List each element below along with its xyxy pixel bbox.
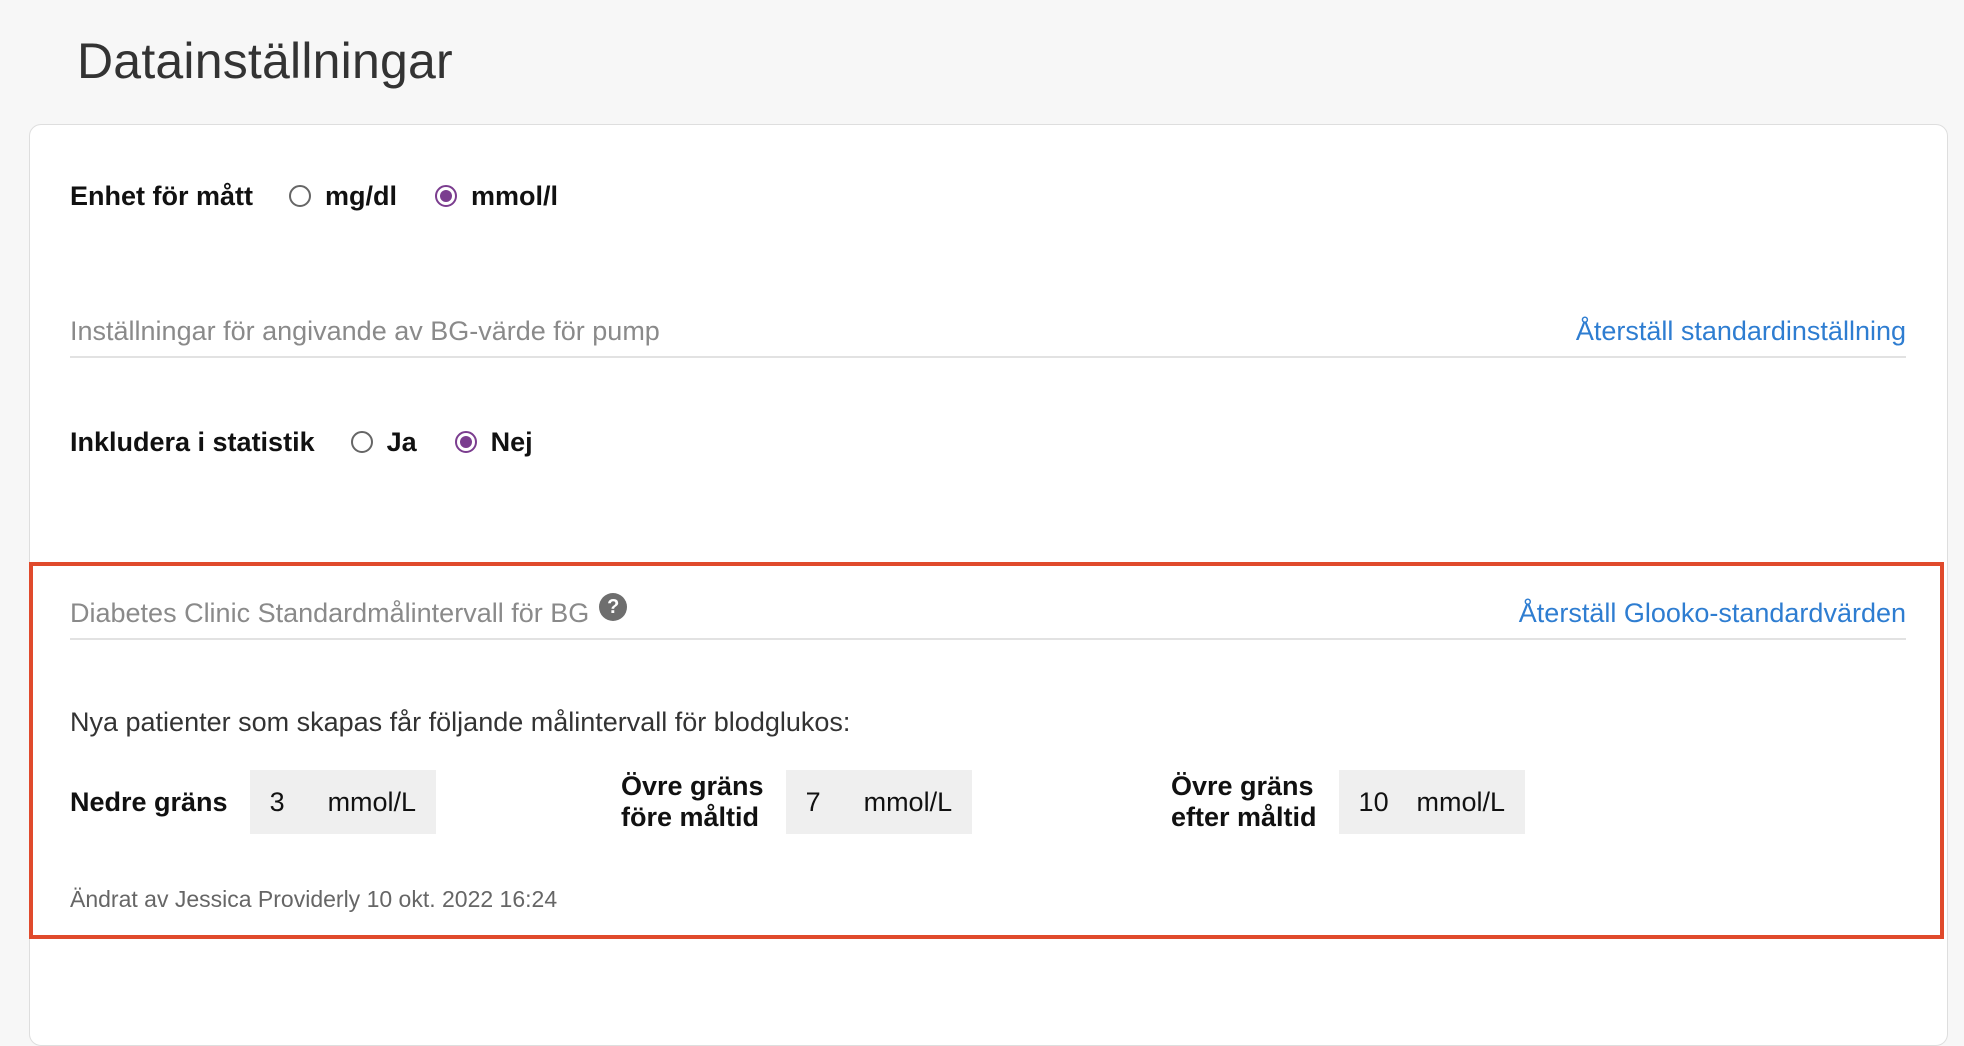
lower-limit-unit: mmol/L <box>327 786 417 817</box>
statistics-row: Inkludera i statistik Ja Nej <box>70 422 533 462</box>
radio-ja[interactable]: Ja <box>350 426 417 458</box>
radio-label: mg/dl <box>325 180 398 211</box>
statistics-label: Inkludera i statistik <box>70 426 315 457</box>
upper-before-meal-label: Övre gräns före måltid <box>621 771 764 833</box>
radio-circle[interactable] <box>454 431 477 453</box>
radio-label: Nej <box>490 426 533 457</box>
upper-after-meal-label-line1: Övre gräns <box>1171 771 1314 801</box>
radio-mg-dl[interactable]: mg/dl <box>289 181 397 212</box>
unit-setting-row: Enhet för mått mg/dl mmol/l <box>70 176 558 216</box>
reset-default-link[interactable]: Återställ standardinställning <box>1576 316 1906 347</box>
lower-limit-group: Nedre gräns 3 mmol/L <box>70 770 437 834</box>
reset-glooko-defaults-link[interactable]: Återställ Glooko-standardvärden <box>1519 598 1906 629</box>
radio-label: Ja <box>386 426 417 457</box>
modified-note: Ändrat av Jessica Providerly 10 okt. 202… <box>70 886 558 912</box>
upper-before-meal-label-line1: Övre gräns <box>621 771 764 801</box>
upper-before-meal-field[interactable]: 7 mmol/L <box>785 770 973 834</box>
lower-limit-label: Nedre gräns <box>70 786 228 817</box>
lower-limit-field[interactable]: 3 mmol/L <box>249 770 437 834</box>
radio-nej[interactable]: Nej <box>454 426 533 458</box>
unit-setting-label: Enhet för mått <box>70 180 254 211</box>
radio-label: mmol/l <box>471 180 559 211</box>
upper-before-meal-group: Övre gräns före måltid 7 mmol/L <box>621 770 973 834</box>
upper-before-meal-label-line2: före måltid <box>621 802 760 832</box>
upper-after-meal-label: Övre gräns efter måltid <box>1171 771 1317 833</box>
lower-limit-value[interactable]: 3 <box>270 787 328 818</box>
upper-after-meal-field[interactable]: 10 mmol/L <box>1338 770 1526 834</box>
target-section-header: Diabetes Clinic Standardmålintervall för… <box>70 588 1906 640</box>
pump-section-header: Inställningar för angivande av BG-värde … <box>70 306 1906 358</box>
radio-mmol-l[interactable]: mmol/l <box>435 181 558 212</box>
radio-circle[interactable] <box>350 431 373 453</box>
page-title: Datainställningar <box>77 33 453 89</box>
target-section-title-wrap: Diabetes Clinic Standardmålintervall för… <box>70 593 628 629</box>
unit-radio-group: mg/dl mmol/l <box>253 181 558 212</box>
radio-circle[interactable] <box>435 185 458 207</box>
upper-before-meal-value[interactable]: 7 <box>806 787 864 818</box>
target-description: Nya patienter som skapas får följande må… <box>70 707 851 737</box>
help-icon[interactable]: ? <box>599 593 628 621</box>
target-section-title: Diabetes Clinic Standardmålintervall för… <box>70 597 590 628</box>
upper-before-meal-unit: mmol/L <box>863 786 953 817</box>
upper-after-meal-unit: mmol/L <box>1416 786 1506 817</box>
pump-section-title: Inställningar för angivande av BG-värde … <box>70 315 660 346</box>
upper-after-meal-label-line2: efter måltid <box>1171 802 1317 832</box>
upper-after-meal-group: Övre gräns efter måltid 10 mmol/L <box>1171 770 1526 834</box>
statistics-radio-group: Ja Nej <box>315 427 533 458</box>
upper-after-meal-value[interactable]: 10 <box>1359 787 1417 818</box>
radio-circle[interactable] <box>289 185 312 207</box>
